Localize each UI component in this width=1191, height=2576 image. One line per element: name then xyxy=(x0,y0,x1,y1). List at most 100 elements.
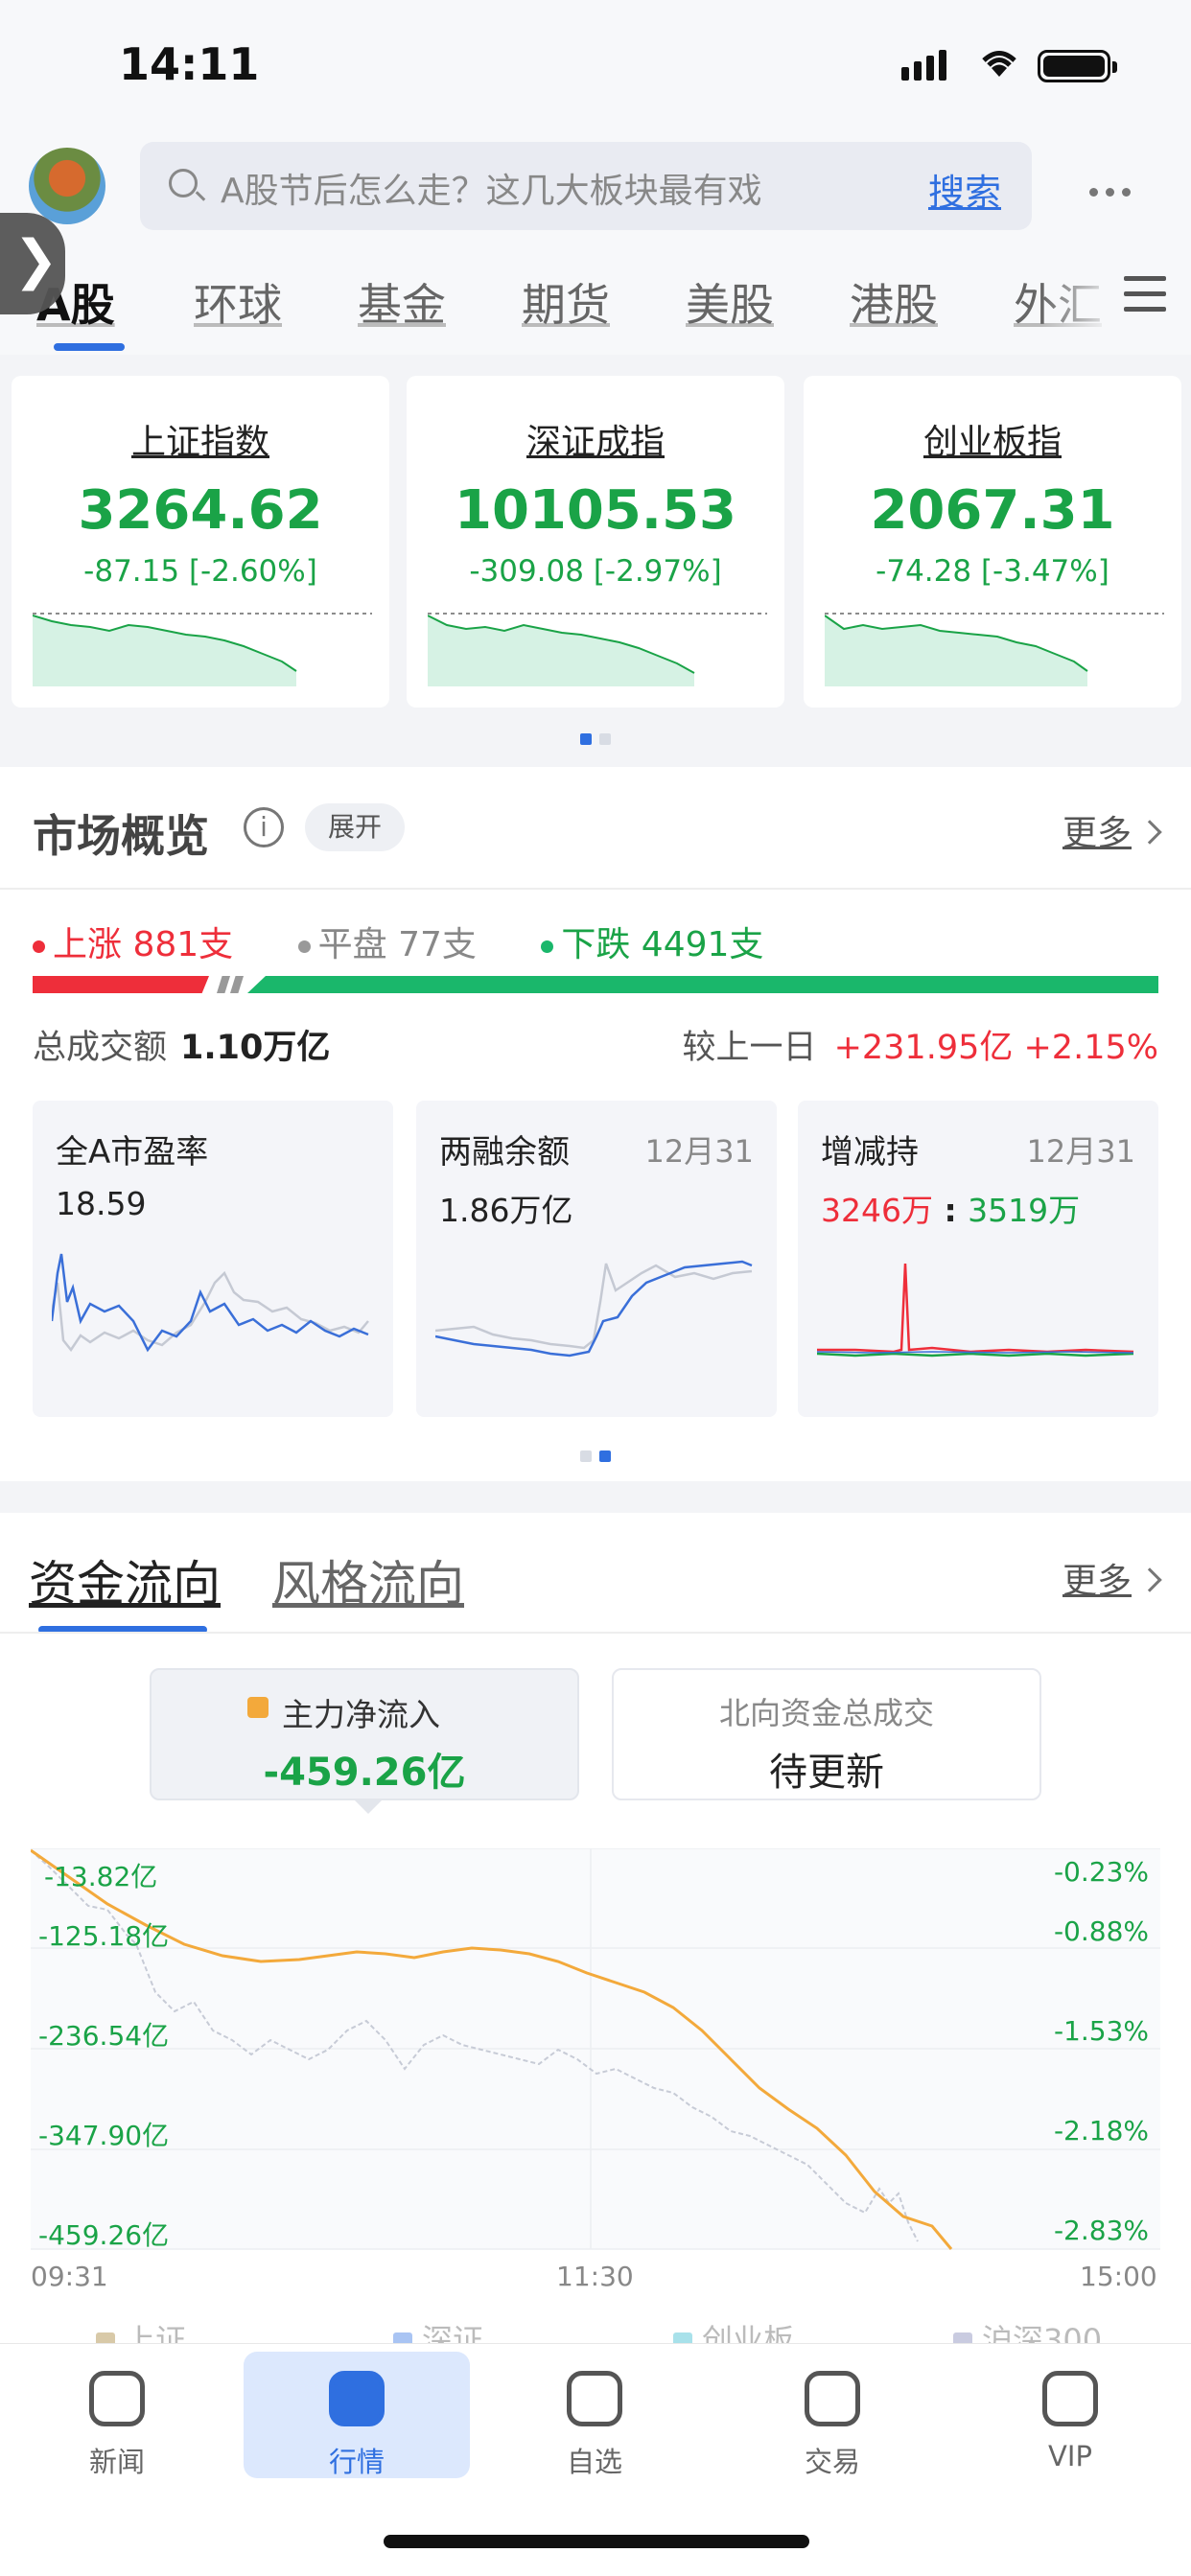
margin-balance-card[interactable]: 两融余额 12月31 1.86万亿 xyxy=(416,1101,777,1417)
index-change: -87.15 [-2.60%] xyxy=(83,554,317,589)
nav-label: 交易 xyxy=(804,2446,860,2478)
vip-icon xyxy=(1042,2371,1098,2426)
northbound-box[interactable]: 北向资金总成交 待更新 xyxy=(612,1668,1041,1800)
y-axis-right-tick: -0.88% xyxy=(1053,1915,1149,1947)
avatar[interactable] xyxy=(29,148,105,224)
more-link[interactable]: 更多 xyxy=(1062,1553,1162,1603)
fund-flow-section: 资金流向 风格流向 更多 主力净流入 -459.26亿 北向资金总成交 待更新 … xyxy=(0,1513,1191,2358)
index-card-shanghai[interactable]: 上证指数 3264.62 -87.15 [-2.60%] xyxy=(12,376,389,708)
margin-balance-chart xyxy=(435,1260,753,1358)
index-name: 深证成指 xyxy=(525,423,665,462)
up-dot-icon xyxy=(33,940,45,953)
ratio-separator: : xyxy=(932,1192,969,1229)
y-axis-right-tick: -2.83% xyxy=(1053,2215,1149,2246)
more-label: 更多 xyxy=(1062,814,1132,853)
index-name: 上证指数 xyxy=(130,423,269,462)
menu-icon[interactable] xyxy=(1124,276,1166,322)
chevron-right-icon xyxy=(1137,1567,1162,1592)
status-bar: 14:11 xyxy=(0,0,1191,134)
down-dot-icon xyxy=(541,940,554,953)
more-icon[interactable] xyxy=(1089,182,1138,200)
battery-icon xyxy=(1038,50,1117,82)
x-axis-tick: 15:00 xyxy=(1080,2261,1157,2292)
y-axis-left-tick: -236.54亿 xyxy=(38,2020,170,2052)
card-date: 12月31 xyxy=(644,1133,754,1170)
tab-fade xyxy=(1041,259,1118,345)
card-title: 两融余额 xyxy=(439,1133,570,1172)
tab-fund-flow[interactable]: 资金流向 xyxy=(29,1545,221,1614)
turnover-compare: 较上一日 +231.95亿 +2.15% xyxy=(683,1020,1158,1069)
legend-square-icon xyxy=(247,1697,269,1718)
nav-vip[interactable]: VIP xyxy=(957,2352,1183,2478)
flat-count: 平盘 77支 xyxy=(317,925,477,964)
card-value: 3246万 : 3519万 xyxy=(821,1185,1080,1231)
turnover-label: 总成交额 xyxy=(33,1029,168,1067)
nav-market[interactable]: 行情 xyxy=(244,2352,470,2478)
info-icon[interactable]: i xyxy=(244,807,284,847)
add-watchlist-icon xyxy=(567,2371,622,2426)
index-change: -74.28 [-3.47%] xyxy=(876,554,1109,589)
tab-active-indicator xyxy=(54,343,125,351)
tab-hk-stocks[interactable]: 港股 xyxy=(850,270,938,334)
breadth-bar-flat xyxy=(230,976,244,993)
divider xyxy=(0,888,1191,890)
nav-label: VIP xyxy=(1048,2440,1092,2472)
index-card-shenzhen[interactable]: 深证成指 10105.53 -309.08 [-2.97%] xyxy=(407,376,784,708)
turnover: 总成交额 1.10万亿 xyxy=(33,1020,330,1069)
cellular-signal-icon xyxy=(901,50,951,81)
x-axis-tick: 09:31 xyxy=(31,2261,108,2292)
index-pager xyxy=(0,731,1191,749)
index-card-chinext[interactable]: 创业板指 2067.31 -74.28 [-3.47%] xyxy=(804,376,1181,708)
tab-funds[interactable]: 基金 xyxy=(358,270,446,334)
breadth-bar-up xyxy=(33,976,209,993)
northbound-label: 北向资金总成交 xyxy=(718,1695,934,1731)
market-breadth: 上涨 881支 平盘 77支 下跌 4491支 xyxy=(33,917,817,966)
y-axis-right-tick: -2.18% xyxy=(1053,2115,1149,2147)
search-bar[interactable]: A股节后怎么走？这几大板块最有戏 搜索 xyxy=(140,142,1032,230)
northbound-value: 待更新 xyxy=(769,1751,884,1795)
card-title: 增减持 xyxy=(821,1133,919,1172)
more-link[interactable]: 更多 xyxy=(1062,805,1162,855)
status-time: 14:11 xyxy=(119,38,260,90)
x-axis-tick: 11:30 xyxy=(556,2261,634,2292)
chevron-right-icon xyxy=(1137,820,1162,845)
pointer-tip xyxy=(355,1800,382,1814)
tab-futures[interactable]: 期货 xyxy=(522,270,610,334)
expand-button[interactable]: 展开 xyxy=(305,803,405,851)
fund-flow-chart xyxy=(31,1848,1160,2250)
tab-us-stocks[interactable]: 美股 xyxy=(686,270,774,334)
tab-style-flow[interactable]: 风格流向 xyxy=(272,1545,464,1614)
y-axis-left-tick: -459.26亿 xyxy=(38,2219,170,2251)
main-inflow-label: 主力净流入 xyxy=(282,1696,440,1733)
more-label: 更多 xyxy=(1062,1562,1132,1601)
nav-news[interactable]: 新闻 xyxy=(4,2352,230,2478)
section-title: 市场概览 xyxy=(33,810,209,862)
index-value: 3264.62 xyxy=(78,479,323,542)
search-button[interactable]: 搜索 xyxy=(928,163,1001,216)
trade-icon xyxy=(805,2371,860,2426)
nav-label: 行情 xyxy=(328,2446,385,2478)
market-chart-icon xyxy=(329,2371,385,2426)
y-axis-right-tick: -0.23% xyxy=(1053,1856,1149,1888)
nav-trade[interactable]: 交易 xyxy=(719,2352,946,2478)
up-count: 上涨 881支 xyxy=(53,925,234,964)
breadth-bar-down xyxy=(247,976,1158,993)
index-value: 2067.31 xyxy=(870,479,1115,542)
pe-ratio-chart xyxy=(52,1253,369,1353)
tab-global[interactable]: 环球 xyxy=(194,270,282,334)
side-drawer-handle[interactable]: ❯ xyxy=(0,213,65,314)
market-overview: 市场概览 i 展开 更多 上涨 881支 平盘 77支 下跌 4491支 总成交… xyxy=(0,767,1191,1481)
index-cards: 上证指数 3264.62 -87.15 [-2.60%] 深证成指 10105.… xyxy=(0,355,1191,767)
holdings-change-card[interactable]: 增减持 12月31 3246万 : 3519万 xyxy=(798,1101,1158,1417)
pe-ratio-card[interactable]: 全A市盈率 18.59 xyxy=(33,1101,393,1417)
wifi-icon xyxy=(982,51,1016,77)
decrease-value: 3519万 xyxy=(968,1192,1081,1229)
nav-watchlist[interactable]: 自选 xyxy=(481,2352,708,2478)
home-indicator xyxy=(384,2535,809,2548)
card-value: 1.86万亿 xyxy=(439,1192,573,1229)
search-input[interactable]: A股节后怎么走？这几大板块最有戏 xyxy=(221,163,762,213)
holdings-change-chart xyxy=(817,1263,1134,1358)
index-name: 创业板指 xyxy=(922,423,1062,462)
compare-label: 较上一日 xyxy=(682,1029,817,1067)
main-inflow-box[interactable]: 主力净流入 -459.26亿 xyxy=(150,1668,579,1814)
